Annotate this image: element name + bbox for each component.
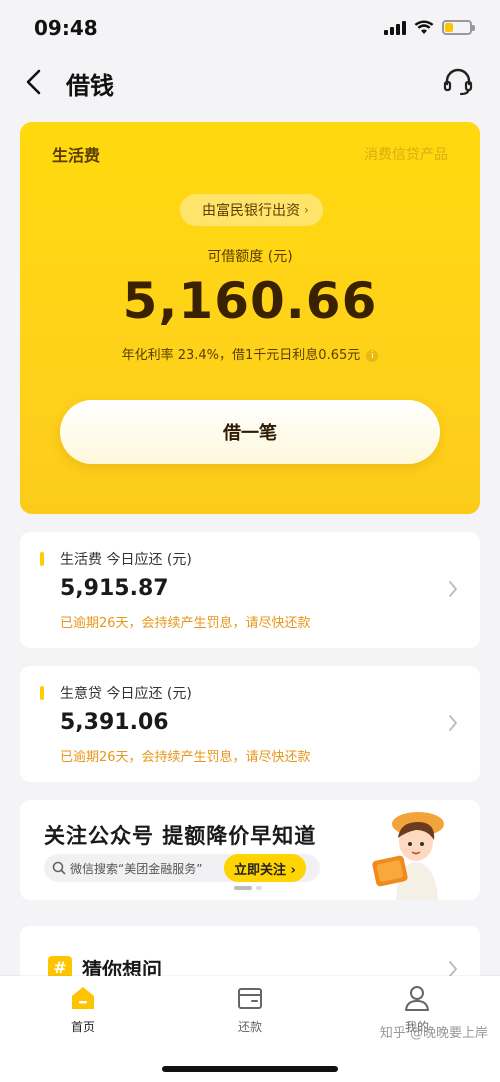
page-title: 借钱 [66,72,114,100]
rate-info: 年化利率 23.4%，借1千元日利息0.65元 i [20,344,480,363]
profile-icon [405,986,429,1011]
overdue-warning: 已逾期26天，会持续产生罚息，请尽快还款 [60,616,311,631]
banner-title: 关注公众号 提额降价早知道 [44,824,317,848]
repayment-title: 生活费 今日应还 (元) [60,552,192,568]
wifi-icon [414,20,434,34]
follow-button[interactable]: 立即关注 › [224,854,306,882]
wallet-icon [238,988,262,1009]
chevron-left-icon[interactable] [22,68,46,96]
repayment-card-business[interactable]: 生意贷 今日应还 (元) 5,391.06 已逾期26天，会持续产生罚息，请尽快… [20,666,480,782]
mascot-illustration [372,812,444,900]
repayment-card-living[interactable]: 生活费 今日应还 (元) 5,915.87 已逾期26天，会持续产生罚息，请尽快… [20,532,480,648]
tab-label: 首页 [70,1020,95,1034]
repayment-title: 生意贷 今日应还 (元) [60,686,192,702]
lender-text: 由富民银行出资 [202,203,300,219]
borrow-button[interactable]: 借一笔 [60,400,440,464]
home-icon [72,987,94,1009]
loan-card: 生活费 消费信贷产品 由富民银行出资 › 可借额度 (元) 5,160.66 年… [20,122,480,514]
carousel-dots [234,886,262,890]
repayment-amount: 5,915.87 [60,576,169,601]
info-icon[interactable]: i [366,349,379,362]
chevron-right-icon: › [304,203,309,217]
status-time: 09:48 [34,16,98,40]
status-bar: 09:48 [0,0,500,56]
battery-icon [442,20,475,35]
chevron-right-icon [449,715,458,731]
search-icon [52,861,66,875]
follow-banner[interactable]: 关注公众号 提额降价早知道 微信搜索“美团金融服务” 立即关注 › [20,800,480,900]
accent-bar [40,552,44,566]
home-indicator[interactable] [162,1066,338,1072]
lender-link[interactable]: 由富民银行出资 › [180,194,323,226]
repayment-amount: 5,391.06 [60,710,169,735]
tab-home[interactable]: 首页 [43,984,123,1035]
rate-text: 年化利率 23.4%，借1千元日利息0.65元 [121,348,361,363]
product-tag: 消费信贷产品 [364,147,448,163]
limit-amount: 5,160.66 [122,272,378,330]
accent-bar [40,686,44,700]
search-hint-text: 微信搜索“美团金融服务” [70,861,203,876]
status-icons [384,20,475,35]
chevron-right-icon [449,581,458,597]
signal-icon [384,20,406,35]
product-name: 生活费 [52,146,101,165]
tab-label: 还款 [237,1020,262,1034]
tab-repay[interactable]: 还款 [210,984,290,1035]
limit-label: 可借额度 (元) [207,249,293,265]
headset-icon[interactable] [442,66,474,98]
nav-bar: 借钱 [0,56,500,108]
overdue-warning: 已逾期26天，会持续产生罚息，请尽快还款 [60,750,311,765]
watermark: 知乎 @晚晚要上岸 [379,1026,488,1041]
